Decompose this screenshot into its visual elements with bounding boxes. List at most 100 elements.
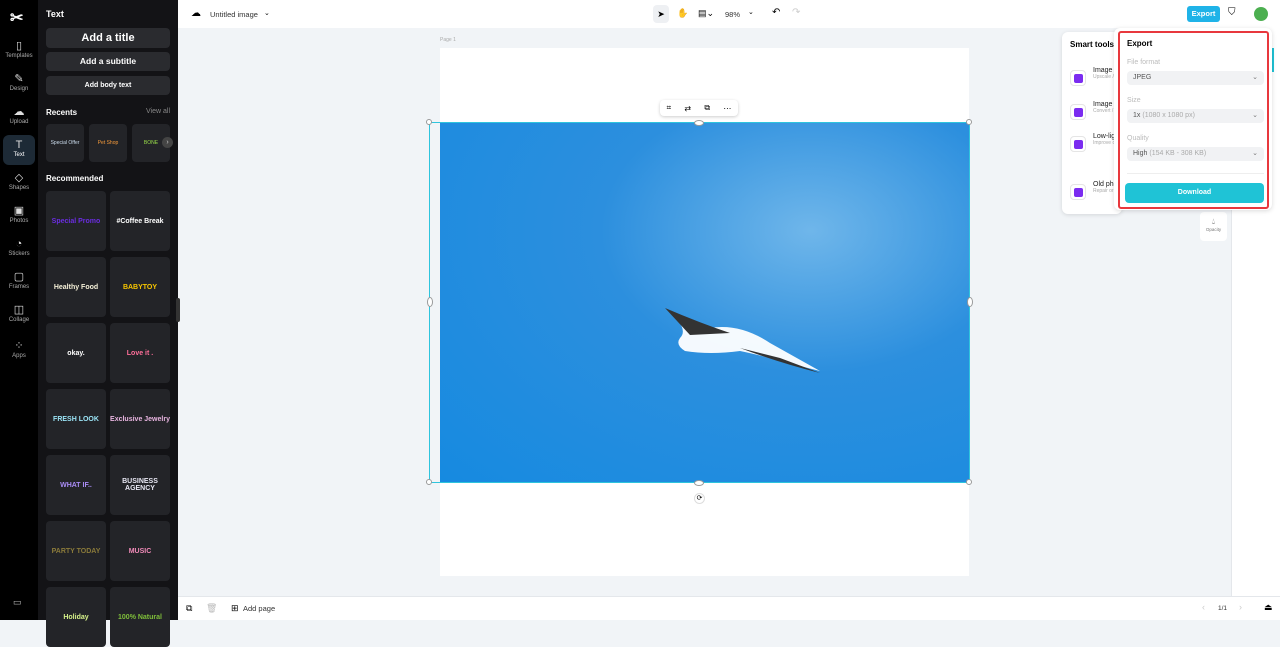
view-all-link[interactable]: View all (146, 108, 170, 115)
resize-handle[interactable] (426, 479, 432, 485)
apps-icon: ⁘ (14, 340, 24, 352)
export-button[interactable]: Export (1187, 6, 1220, 22)
resize-handle[interactable] (966, 119, 972, 125)
recommended-heading: Recommended (46, 174, 104, 183)
zoom-chevron-icon[interactable]: ⌄ (748, 8, 754, 16)
quality-label: Quality (1127, 135, 1149, 142)
left-rail: ✂ ▯ Templates ✎ Design ☁ Upload T Text ◇ Shapes ▣ P… (0, 0, 38, 620)
rail-item-collage[interactable]: ◫ Collage (3, 300, 35, 330)
text-template-label: Special Promo (51, 217, 101, 225)
resize-handle[interactable] (694, 120, 704, 126)
size-label: Size (1127, 97, 1141, 104)
rail-item-design[interactable]: ✎ Design (3, 69, 35, 99)
chevron-down-icon[interactable]: ⌄ (264, 9, 270, 17)
download-button[interactable]: Download (1125, 183, 1264, 203)
selection-box[interactable] (429, 122, 970, 483)
select-tool-icon[interactable]: ➤ (653, 5, 669, 23)
add-body-text-button[interactable]: Add body text (46, 76, 170, 95)
quality-select[interactable]: High (154 KB - 308 KB) ⌄ (1127, 147, 1264, 161)
export-title: Export (1127, 39, 1153, 48)
quality-value: High (1133, 150, 1148, 157)
rail-item-templates[interactable]: ▯ Templates (3, 36, 35, 66)
stickers-icon: ◔ (15, 238, 23, 250)
file-format-select[interactable]: JPEG ⌄ (1127, 71, 1264, 85)
top-bar: ☁ Untitled image ⌄ ➤ ✋ ▤⌄ 98% ⌄ ↶ ↷ Expo… (178, 0, 1280, 28)
add-page-button[interactable]: Add page (243, 604, 275, 613)
text-template-card[interactable]: Holiday (46, 587, 106, 647)
next-page-icon[interactable]: › (1239, 602, 1242, 612)
bottom-bar: ⧉ 🗑︎ ⊞ Add page ‹ 1/1 › ⏏ (178, 596, 1280, 620)
export-panel: Export File format JPEG ⌄ Size 1x (1080 x… (1114, 28, 1272, 210)
resize-handle[interactable] (426, 119, 432, 125)
rotate-icon[interactable]: ⟳ (694, 493, 705, 504)
rail-item-label: Frames (8, 284, 30, 290)
add-page-icon[interactable]: ⊞ (231, 603, 239, 614)
document-title[interactable]: Untitled image (210, 10, 258, 19)
capcut-logo-icon: ✂ (10, 10, 24, 27)
add-title-button[interactable]: Add a title (46, 28, 170, 48)
text-template-card[interactable]: WHAT IF.. (46, 455, 106, 515)
rail-item-label: Stickers (8, 251, 30, 257)
resize-handle[interactable] (967, 297, 973, 307)
trash-icon[interactable]: 🗑︎ (206, 603, 217, 614)
text-template-card[interactable]: Special Promo (46, 191, 106, 251)
lock-icon[interactable]: ⏏ (1264, 602, 1273, 613)
text-template-label: MUSIC (128, 547, 152, 555)
smart-tool-icon (1070, 184, 1086, 200)
scroll-indicator[interactable] (1272, 48, 1274, 72)
rail-item-apps[interactable]: ⁘ Apps (3, 336, 35, 366)
rail-item-text[interactable]: T Text (3, 135, 35, 165)
text-template-card[interactable]: Healthy Food (46, 257, 106, 317)
chevron-down-icon: ⌄ (1252, 112, 1258, 119)
panel-title: Text (46, 9, 64, 19)
text-template-card[interactable]: PARTY TODAY (46, 521, 106, 581)
text-template-card[interactable]: BABYTOY (110, 257, 170, 317)
prev-page-icon[interactable]: ‹ (1202, 602, 1205, 612)
redo-icon[interactable]: ↷ (792, 7, 800, 18)
layout-icon[interactable]: ▤⌄ (698, 8, 714, 19)
quality-detail: (154 KB - 308 KB) (1149, 150, 1207, 157)
rail-item-stickers[interactable]: ◔ Stickers (3, 234, 35, 264)
resize-handle[interactable] (966, 479, 972, 485)
add-subtitle-button[interactable]: Add a subtitle (46, 52, 170, 71)
panel-collapse-handle[interactable] (176, 298, 180, 322)
text-template-card[interactable]: Exclusive Jewelry (110, 389, 170, 449)
resize-handle[interactable] (694, 480, 704, 486)
layers-icon[interactable]: ⧉ (186, 603, 192, 614)
text-template-label: Exclusive Jewelry (110, 415, 170, 423)
rail-item-frames[interactable]: ▢ Frames (3, 267, 35, 297)
keyboard-icon[interactable]: ▭ (13, 597, 22, 608)
templates-icon: ▯ (15, 40, 23, 52)
shield-icon[interactable]: ⛉ (1228, 7, 1236, 18)
text-template-card[interactable]: #Coffee Break (110, 191, 170, 251)
rail-item-upload[interactable]: ☁ Upload (3, 102, 35, 132)
smart-tools-panel: Smart tools ImageUpscale / increaseImage… (1062, 32, 1122, 214)
text-template-card[interactable]: 100% Natural (110, 587, 170, 647)
size-select[interactable]: 1x (1080 x 1080 px) ⌄ (1127, 109, 1264, 123)
recents-heading: Recents (46, 108, 78, 117)
smart-tools-title: Smart tools (1070, 40, 1115, 49)
duplicate-icon[interactable]: ⧉ (704, 103, 710, 113)
opacity-button[interactable]: 💧︎ Opacity (1200, 212, 1227, 241)
text-panel: Text Add a title Add a subtitle Add body… (38, 0, 180, 647)
text-template-card[interactable]: FRESH LOOK (46, 389, 106, 449)
recent-item[interactable]: Pet Shop (89, 124, 127, 162)
text-template-card[interactable]: MUSIC (110, 521, 170, 581)
file-format-label: File format (1127, 59, 1161, 66)
rail-item-shapes[interactable]: ◇ Shapes (3, 168, 35, 198)
text-template-card[interactable]: BUSINESS AGENCY (110, 455, 170, 515)
text-template-card[interactable]: okay. (46, 323, 106, 383)
resize-handle[interactable] (427, 297, 433, 307)
replace-icon[interactable]: ⇄ (684, 104, 691, 113)
recent-item[interactable]: Special Offer (46, 124, 84, 162)
zoom-level[interactable]: 98% (725, 10, 740, 19)
rail-item-label: Design (9, 86, 29, 92)
avatar[interactable] (1254, 7, 1268, 21)
text-template-card[interactable]: Love it . (110, 323, 170, 383)
more-icon[interactable]: ⋯ (723, 104, 731, 113)
rail-item-photos[interactable]: ▣ Photos (3, 201, 35, 231)
hand-tool-icon[interactable]: ✋ (677, 8, 688, 19)
crop-icon[interactable]: ⌗ (667, 103, 672, 113)
undo-icon[interactable]: ↶ (772, 7, 780, 18)
chevron-right-icon[interactable]: › (162, 137, 173, 148)
